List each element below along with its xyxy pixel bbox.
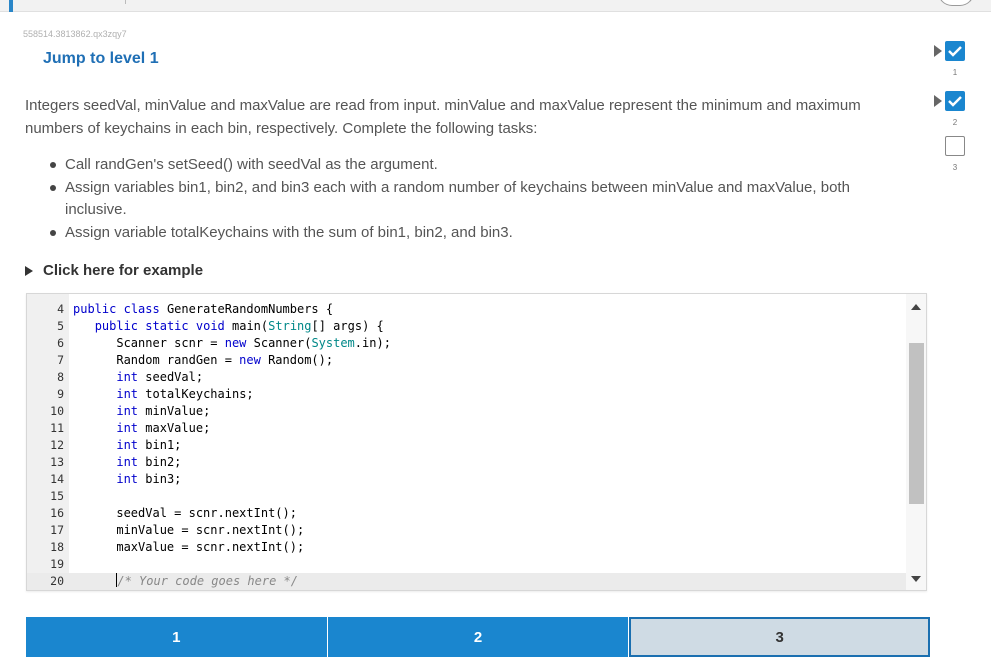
code-line[interactable]: 20 /* Your code goes here */ <box>27 573 907 590</box>
code-line[interactable]: 7 Random randGen = new Random(); <box>27 352 907 369</box>
check-box-icon <box>945 41 965 61</box>
caret-right-icon <box>25 265 33 276</box>
scroll-thumb[interactable] <box>909 343 924 504</box>
code-line[interactable]: 4 public class GenerateRandomNumbers { <box>27 301 907 318</box>
code-line[interactable]: 15 <box>27 488 907 505</box>
line-number: 14 <box>50 472 64 486</box>
scroll-down-icon[interactable] <box>911 576 921 582</box>
level-button-1[interactable]: 1 <box>26 617 327 657</box>
line-number: 5 <box>57 319 64 333</box>
code-text[interactable]: /* Your code goes here */ <box>73 573 298 590</box>
level-button-3[interactable]: 3 <box>629 617 931 657</box>
task-item: Call randGen's setSeed() with seedVal as… <box>47 154 907 176</box>
progress-level-3[interactable]: 3 <box>940 136 970 176</box>
level-title: Jump to level 1 <box>43 50 159 67</box>
level-button-2[interactable]: 2 <box>327 617 629 657</box>
code-lines[interactable]: 4 public class GenerateRandomNumbers {5 p… <box>27 301 907 590</box>
editor-scrollbar[interactable] <box>906 294 926 590</box>
code-text[interactable]: int minValue; <box>73 403 210 420</box>
code-line[interactable]: 5 public static void main(String[] args)… <box>27 318 907 335</box>
scroll-up-icon[interactable] <box>911 304 921 310</box>
code-text[interactable]: int totalKeychains; <box>73 386 253 403</box>
code-line[interactable]: 6 Scanner scnr = new Scanner(System.in); <box>27 335 907 352</box>
code-line[interactable]: 19 <box>27 556 907 573</box>
check-box-icon <box>945 91 965 111</box>
line-number: 19 <box>50 557 64 571</box>
code-line[interactable]: 9 int totalKeychains; <box>27 386 907 403</box>
code-text[interactable]: seedVal = scnr.nextInt(); <box>73 505 297 522</box>
progress-number: 3 <box>952 163 958 172</box>
line-number: 18 <box>50 540 64 554</box>
code-text[interactable]: Random randGen = new Random(); <box>73 352 333 369</box>
code-line[interactable]: 17 minValue = scnr.nextInt(); <box>27 522 907 539</box>
line-number: 16 <box>50 506 64 520</box>
task-list: Call randGen's setSeed() with seedVal as… <box>47 154 907 245</box>
line-number: 17 <box>50 523 64 537</box>
divider <box>125 0 126 4</box>
line-number: 20 <box>50 574 64 588</box>
activity-id: 558514.3813862.qx3zqy7 <box>23 29 127 39</box>
example-toggle[interactable]: Click here for example <box>25 262 203 279</box>
example-toggle-label: Click here for example <box>43 262 204 279</box>
line-number: 4 <box>57 302 64 316</box>
line-number: 12 <box>50 438 64 452</box>
code-editor[interactable]: 4 public class GenerateRandomNumbers {5 p… <box>26 293 927 591</box>
code-line[interactable]: 16 seedVal = scnr.nextInt(); <box>27 505 907 522</box>
code-line[interactable]: 14 int bin3; <box>27 471 907 488</box>
code-text[interactable]: int bin3; <box>73 471 181 488</box>
code-text[interactable]: minValue = scnr.nextInt(); <box>73 522 304 539</box>
code-text[interactable]: int bin2; <box>73 454 181 471</box>
line-number: 11 <box>50 421 64 435</box>
level-navigation: 1 2 3 <box>26 617 931 657</box>
task-item: Assign variables bin1, bin2, and bin3 ea… <box>47 177 907 221</box>
code-text[interactable]: public class GenerateRandomNumbers { <box>73 301 333 318</box>
code-line[interactable]: 13 int bin2; <box>27 454 907 471</box>
line-number: 10 <box>50 404 64 418</box>
collapse-icon[interactable] <box>938 0 974 6</box>
line-number: 9 <box>57 387 64 401</box>
code-line[interactable]: 11 int maxValue; <box>27 420 907 437</box>
progress-number: 1 <box>952 68 958 77</box>
line-number: 8 <box>57 370 64 384</box>
line-number: 6 <box>57 336 64 350</box>
progress-number: 2 <box>952 118 958 127</box>
code-line[interactable]: 10 int minValue; <box>27 403 907 420</box>
line-number: 15 <box>50 489 64 503</box>
line-number: 7 <box>57 353 64 367</box>
current-arrow-icon <box>934 95 942 107</box>
code-line[interactable]: 8 int seedVal; <box>27 369 907 386</box>
progress-level-2[interactable]: 2 <box>934 91 970 131</box>
code-text[interactable]: Scanner scnr = new Scanner(System.in); <box>73 335 391 352</box>
code-text[interactable]: int maxValue; <box>73 420 210 437</box>
code-text[interactable]: int seedVal; <box>73 369 203 386</box>
code-text[interactable]: public static void main(String[] args) { <box>73 318 384 335</box>
code-line[interactable]: 18 maxValue = scnr.nextInt(); <box>27 539 907 556</box>
code-text[interactable]: int bin1; <box>73 437 181 454</box>
empty-box-icon <box>945 136 965 156</box>
current-arrow-icon <box>934 45 942 57</box>
line-number: 13 <box>50 455 64 469</box>
top-strip <box>0 0 991 12</box>
prompt-text: Integers seedVal, minValue and maxValue … <box>25 97 861 137</box>
code-text[interactable]: maxValue = scnr.nextInt(); <box>73 539 304 556</box>
progress-level-1[interactable]: 1 <box>934 41 970 81</box>
code-line[interactable]: 12 int bin1; <box>27 437 907 454</box>
active-tab-indicator <box>9 0 13 12</box>
task-item: Assign variable totalKeychains with the … <box>47 222 907 244</box>
